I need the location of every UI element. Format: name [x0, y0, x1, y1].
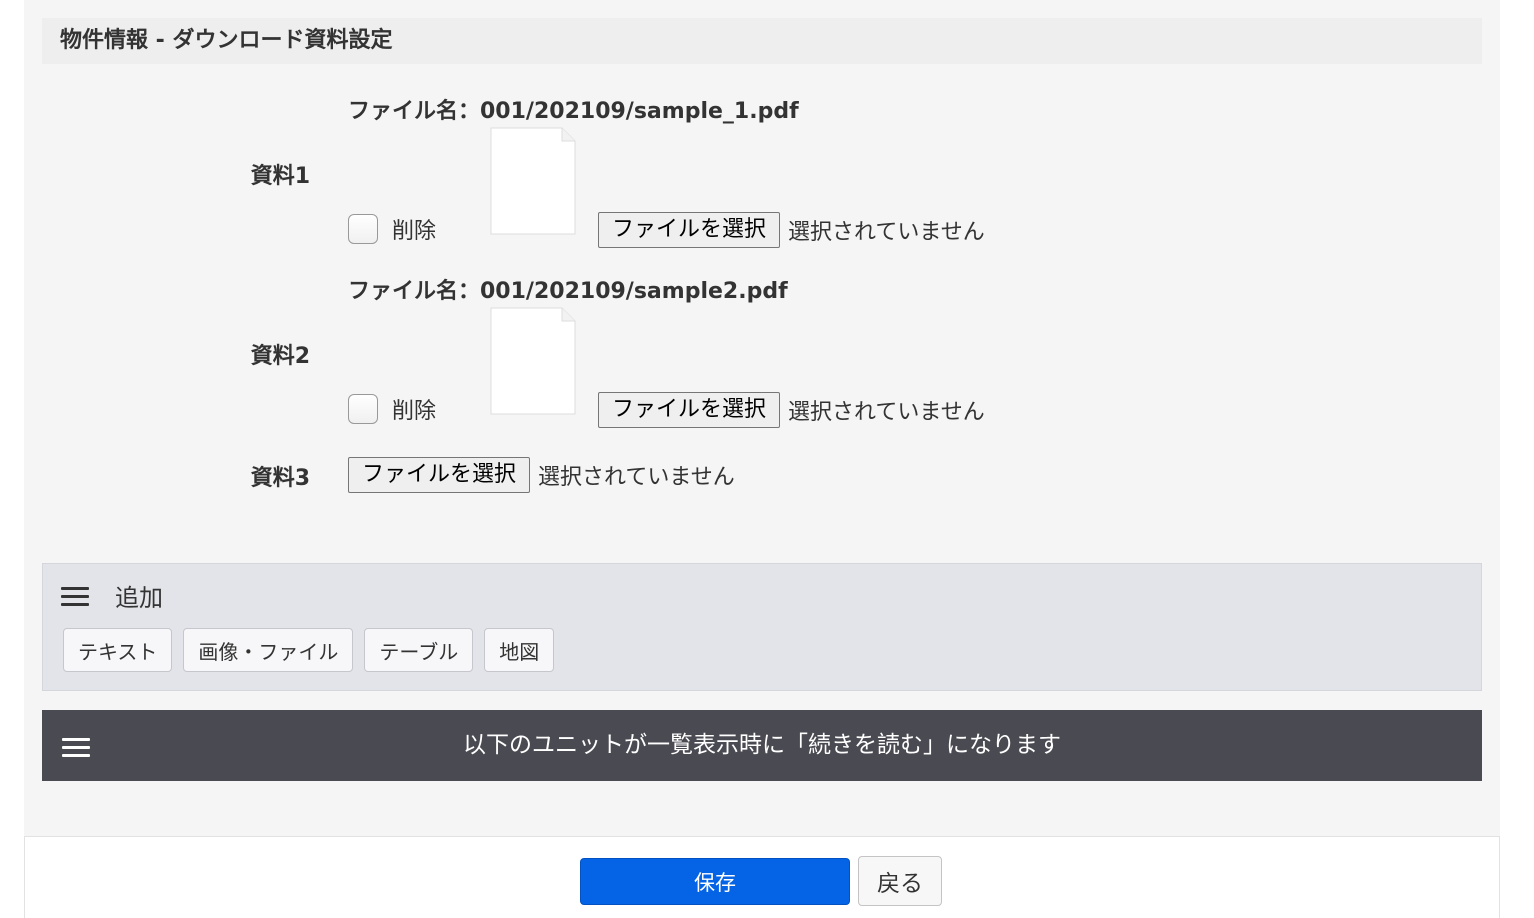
- attachment-2-file-input[interactable]: ファイルを選択 選択されていません: [598, 391, 985, 429]
- delete-checkbox[interactable]: [348, 214, 378, 244]
- attachment-1-label: 資料1: [250, 164, 310, 189]
- file-status-text: 選択されていません: [788, 220, 985, 245]
- blank-document-icon[interactable]: [490, 127, 576, 235]
- attachment-1-file-input[interactable]: ファイルを選択 選択されていません: [598, 211, 985, 249]
- attachment-1-filename: ファイル名：001/202109/sample_1.pdf: [348, 99, 799, 124]
- choose-file-button[interactable]: ファイルを選択: [348, 457, 531, 493]
- form-footer: 保存 戻る: [24, 836, 1500, 918]
- choose-file-button[interactable]: ファイルを選択: [598, 212, 781, 248]
- attachment-2-filename: ファイル名：001/202109/sample2.pdf: [348, 279, 788, 304]
- attachment-1-delete[interactable]: 削除: [348, 212, 436, 246]
- add-map-button[interactable]: 地図: [484, 628, 555, 672]
- section-title: 物件情報 - ダウンロード資料設定: [42, 18, 1482, 64]
- add-text-button[interactable]: テキスト: [63, 628, 173, 672]
- attachment-3-file-input[interactable]: ファイルを選択 選択されていません: [348, 456, 735, 494]
- add-image-file-button[interactable]: 画像・ファイル: [183, 628, 354, 672]
- read-more-notice-text: 以下のユニットが一覧表示時に「続きを読む」になります: [463, 732, 1061, 758]
- file-status-text: 選択されていません: [788, 400, 985, 425]
- add-table-button[interactable]: テーブル: [364, 628, 474, 672]
- choose-file-button[interactable]: ファイルを選択: [598, 392, 781, 428]
- back-button[interactable]: 戻る: [858, 856, 942, 906]
- delete-checkbox[interactable]: [348, 394, 378, 424]
- read-more-divider-bar[interactable]: 以下のユニットが一覧表示時に「続きを読む」になります: [42, 710, 1482, 781]
- add-unit-panel: 追加 テキスト 画像・ファイル テーブル 地図: [42, 563, 1482, 691]
- add-panel-title: 追加: [115, 584, 163, 612]
- delete-checkbox-label: 削除: [392, 399, 437, 424]
- file-status-text: 選択されていません: [538, 465, 735, 490]
- attachment-2-delete[interactable]: 削除: [348, 392, 436, 426]
- save-button[interactable]: 保存: [580, 858, 850, 905]
- form-panel: 物件情報 - ダウンロード資料設定 資料1 ファイル名：001/202109/s…: [24, 0, 1500, 836]
- attachment-3-label: 資料3: [250, 466, 310, 491]
- delete-checkbox-label: 削除: [392, 219, 437, 244]
- blank-document-icon[interactable]: [490, 307, 576, 415]
- hamburger-menu-icon[interactable]: [61, 587, 89, 607]
- attachment-2-label: 資料2: [250, 344, 310, 369]
- add-unit-buttons: テキスト 画像・ファイル テーブル 地図: [63, 628, 555, 672]
